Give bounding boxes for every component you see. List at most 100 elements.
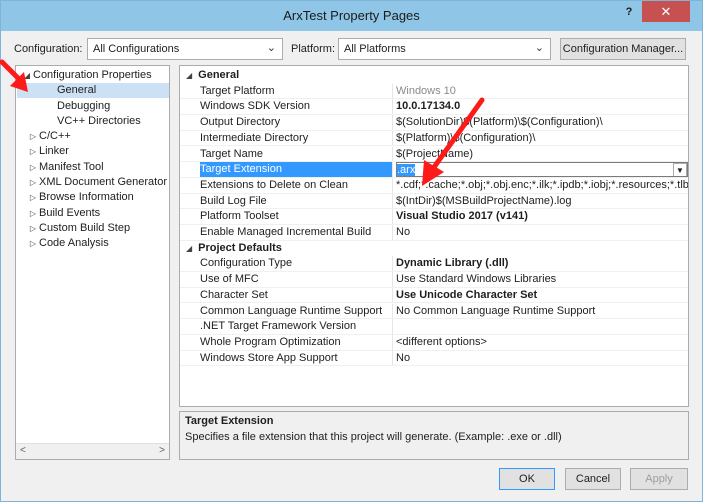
expand-toggle-icon[interactable]: ▷ <box>27 206 39 221</box>
property-name-text: Extensions to Delete on Clean <box>200 178 348 191</box>
tree-item[interactable]: ▷ Build Events <box>17 206 100 221</box>
property-value[interactable]: $(SolutionDir)$(Platform)\$(Configuratio… <box>396 115 688 130</box>
property-name: Common Language Runtime Support <box>200 303 393 319</box>
cancel-button[interactable]: Cancel <box>565 468 621 490</box>
expand-toggle-icon[interactable]: ▷ <box>27 236 39 251</box>
expand-toggle-icon[interactable]: ▷ <box>27 129 39 144</box>
property-row[interactable]: .NET Target Framework Version <box>180 319 688 335</box>
tree-item-label: Manifest Tool <box>39 161 104 173</box>
tree-item-label: General <box>57 84 97 96</box>
property-name: Enable Managed Incremental Build <box>200 225 393 240</box>
property-value[interactable]: *.cdf;*.cache;*.obj;*.obj.enc;*.ilk;*.ip… <box>396 178 688 193</box>
property-row[interactable]: Build Log File $(IntDir)$(MSBuildProjectN… <box>180 193 688 210</box>
tree-item[interactable]: General <box>17 83 169 98</box>
property-value-input[interactable]: .arx <box>397 164 416 176</box>
scroll-right-icon[interactable]: > <box>159 445 165 456</box>
property-value[interactable]: No <box>396 351 688 366</box>
platform-value: All Platforms <box>344 43 406 55</box>
property-value[interactable]: Use Standard Windows Libraries <box>396 272 688 287</box>
ok-button[interactable]: OK <box>499 468 555 490</box>
scroll-left-icon[interactable]: < <box>20 445 26 456</box>
tree-item[interactable]: ▷ Custom Build Step <box>17 221 130 236</box>
tree-item-label: Browse Information <box>39 191 134 203</box>
category-tree[interactable]: ▷ Code Analysis ▷ Custom Build Step ▷ Build E… <box>15 65 170 460</box>
property-row[interactable]: Character Set Use Unicode Character Set <box>180 287 688 304</box>
property-name: Character Set <box>200 287 393 303</box>
property-value[interactable]: Visual Studio 2017 (v141) <box>396 209 688 224</box>
help-button[interactable]: ? <box>616 1 642 22</box>
property-category[interactable]: ◢ Project Defaults <box>180 241 688 257</box>
property-name-text: .NET Target Framework Version <box>200 320 357 333</box>
property-row[interactable]: Use of MFC Use Standard Windows Libraries <box>180 272 688 288</box>
property-row[interactable]: Enable Managed Incremental Build No <box>180 225 688 241</box>
property-name: Target Platform <box>200 83 393 99</box>
expand-toggle-icon[interactable]: ▷ <box>27 175 39 190</box>
tree-item[interactable]: Debugging <box>17 99 110 114</box>
tree-horizontal-scrollbar[interactable]: < > <box>16 443 169 459</box>
property-value[interactable]: No <box>396 225 688 240</box>
property-value[interactable]: $(Platform)\$(Configuration)\ <box>396 131 688 146</box>
property-row[interactable]: Whole Program Optimization <different opt… <box>180 334 688 351</box>
tree-item[interactable]: VC++ Directories <box>17 114 141 129</box>
tree-item[interactable]: ▷ C/C++ <box>17 129 71 144</box>
configuration-combo[interactable]: All Configurations ⌄ <box>87 38 283 60</box>
property-row[interactable]: Intermediate Directory $(Platform)\$(Conf… <box>180 130 688 147</box>
expand-toggle-icon[interactable]: ▷ <box>27 221 39 236</box>
property-row[interactable]: Extensions to Delete on Clean *.cdf;*.cac… <box>180 177 688 194</box>
property-row[interactable]: Target Platform Windows 10 <box>180 83 688 100</box>
property-value[interactable]: Dynamic Library (.dll) <box>396 256 688 271</box>
property-row[interactable]: Configuration Type Dynamic Library (.dll) <box>180 256 688 273</box>
collapse-toggle-icon[interactable]: ◢ <box>186 71 192 80</box>
configuration-value: All Configurations <box>93 43 180 55</box>
property-name-text: Use of MFC <box>200 273 259 286</box>
tree-item-label: VC++ Directories <box>57 115 141 127</box>
tree-item-label: Linker <box>39 145 69 157</box>
property-value[interactable]: Windows 10 <box>396 84 688 99</box>
property-value[interactable] <box>396 319 688 334</box>
property-value[interactable]: No Common Language Runtime Support <box>396 304 688 319</box>
expand-toggle-icon[interactable]: ▷ <box>27 160 39 175</box>
expand-toggle-icon[interactable]: ▷ <box>27 190 39 205</box>
tree-item[interactable]: ▷ Linker <box>17 144 69 159</box>
tree-item-label: Configuration Properties <box>33 69 152 81</box>
platform-label: Platform: <box>291 43 336 55</box>
property-value[interactable]: .arx ▼ <box>396 162 688 177</box>
tree-item[interactable]: ◢ Configuration Properties <box>17 68 152 83</box>
platform-combo[interactable]: All Platforms ⌄ <box>338 38 551 60</box>
property-category[interactable]: ◢ General <box>180 68 688 84</box>
close-button[interactable]: ✕ <box>642 1 690 22</box>
chevron-down-icon[interactable]: ▼ <box>673 163 687 176</box>
chevron-down-icon: ⌄ <box>266 42 276 54</box>
tree-item[interactable]: ▷ Manifest Tool <box>17 160 104 175</box>
description-panel: Target Extension Specifies a file extens… <box>179 411 689 460</box>
tree-item[interactable]: ▷ Browse Information <box>17 190 134 205</box>
tree-item[interactable]: ▷ XML Document Generator <box>17 175 167 190</box>
property-value[interactable]: <different options> <box>396 335 688 350</box>
property-grid[interactable]: ◢ General Target Platform Windows 10 Windows… <box>179 65 689 407</box>
expand-toggle-icon[interactable]: ◢ <box>21 68 33 83</box>
property-value-text: No <box>396 226 411 238</box>
description-title: Target Extension <box>185 415 274 427</box>
property-name-text: Target Name <box>200 147 263 160</box>
property-name: Target Name <box>200 146 393 162</box>
property-value[interactable]: $(IntDir)$(MSBuildProjectName).log <box>396 194 688 209</box>
property-value[interactable]: $(ProjectName) <box>396 147 688 162</box>
property-value[interactable]: 10.0.17134.0 <box>396 99 688 114</box>
property-value[interactable]: Use Unicode Character Set <box>396 288 688 303</box>
property-value-text: Visual Studio 2017 (v141) <box>396 210 528 223</box>
configuration-manager-button[interactable]: Configuration Manager... <box>560 38 686 60</box>
collapse-toggle-icon[interactable]: ◢ <box>186 244 192 253</box>
property-row[interactable]: Common Language Runtime Support No Common… <box>180 303 688 320</box>
apply-button[interactable]: Apply <box>630 468 688 490</box>
expand-toggle-icon[interactable]: ▷ <box>27 144 39 159</box>
configuration-label: Configuration: <box>14 43 83 55</box>
property-row[interactable]: Platform Toolset Visual Studio 2017 (v141… <box>180 209 688 225</box>
property-name: Output Directory <box>200 115 393 130</box>
property-row[interactable]: Output Directory $(SolutionDir)$(Platform… <box>180 115 688 131</box>
property-row[interactable]: Windows SDK Version 10.0.17134.0 <box>180 99 688 116</box>
tree-item[interactable]: ▷ Code Analysis <box>17 236 109 251</box>
property-row[interactable]: Windows Store App Support No <box>180 350 688 367</box>
property-row[interactable]: Target Name $(ProjectName) <box>180 146 688 163</box>
property-row[interactable]: Target Extension .arx ▼ <box>180 162 688 178</box>
property-name: Windows SDK Version <box>200 99 393 115</box>
